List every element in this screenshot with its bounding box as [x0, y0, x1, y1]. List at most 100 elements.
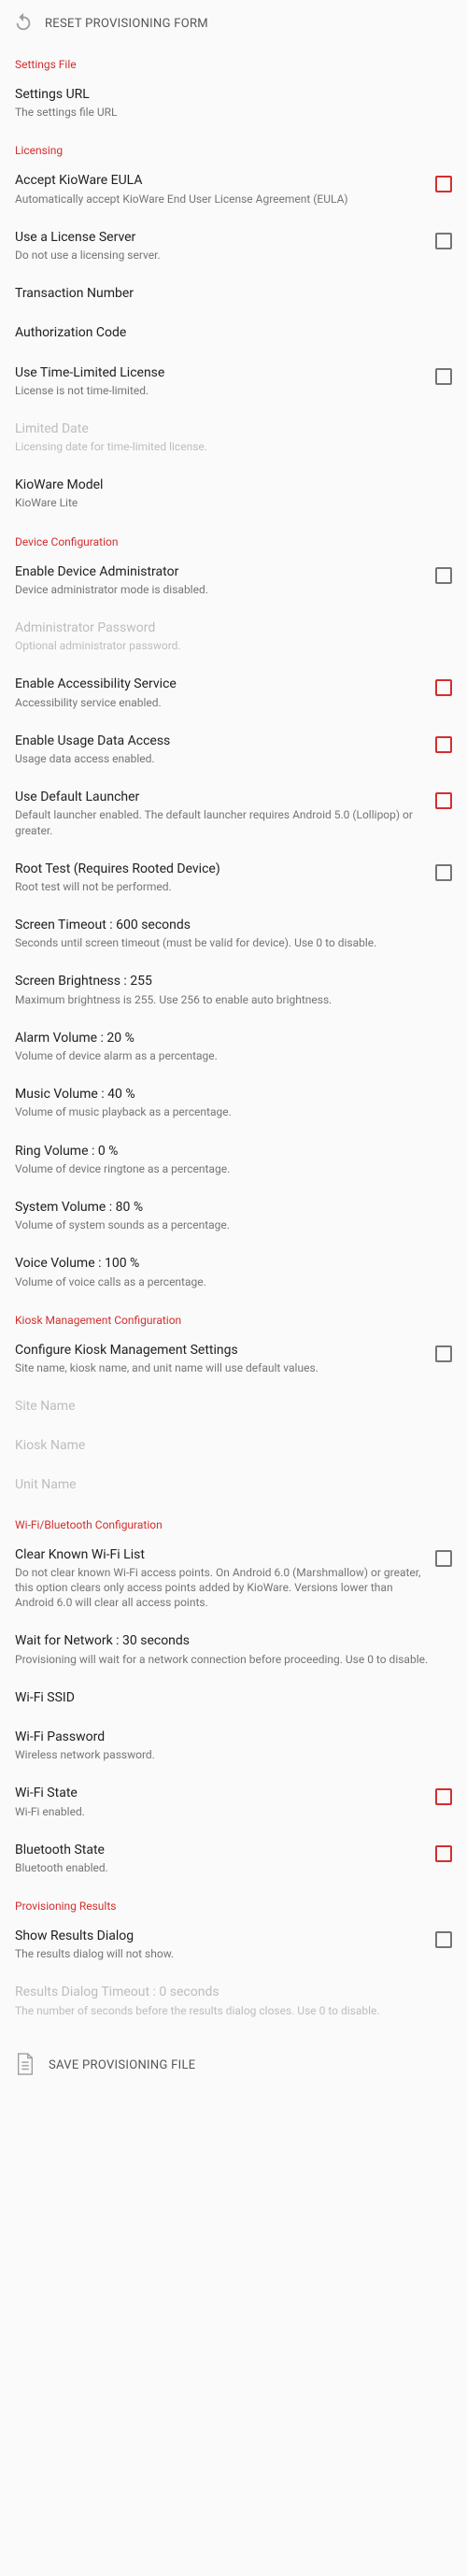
model-sub: KioWare Lite — [15, 495, 452, 510]
row-root[interactable]: Root Test (Requires Rooted Device) Root … — [0, 849, 467, 905]
row-wifi-password[interactable]: Wi-Fi Password Wireless network password… — [0, 1717, 467, 1773]
row-brightness[interactable]: Screen Brightness : 255 Maximum brightne… — [0, 961, 467, 1018]
row-launcher[interactable]: Use Default Launcher Default launcher en… — [0, 777, 467, 849]
voice-title: Voice Volume : 100 % — [15, 1255, 452, 1272]
root-checkbox[interactable] — [435, 864, 452, 881]
row-music[interactable]: Music Volume : 40 % Volume of music play… — [0, 1075, 467, 1131]
license-server-title: Use a License Server — [15, 229, 424, 246]
clear-wifi-sub: Do not clear known Wi-Fi access points. … — [15, 1565, 424, 1611]
admin-pw-sub: Optional administrator password. — [15, 638, 452, 653]
row-auth-code[interactable]: Authorization Code — [0, 313, 467, 352]
unit-name-title: Unit Name — [15, 1476, 452, 1493]
clear-wifi-title: Clear Known Wi-Fi List — [15, 1546, 424, 1563]
results-timeout-sub: The number of seconds before the results… — [15, 2003, 452, 2018]
eula-title: Accept KioWare EULA — [15, 172, 424, 189]
row-time-limited[interactable]: Use Time-Limited License License is not … — [0, 353, 467, 409]
row-device-admin[interactable]: Enable Device Administrator Device admin… — [0, 554, 467, 608]
brightness-title: Screen Brightness : 255 — [15, 973, 452, 989]
show-results-sub: The results dialog will not show. — [15, 1946, 424, 1961]
row-configure-kiosk[interactable]: Configure Kiosk Management Settings Site… — [0, 1332, 467, 1387]
kiosk-name-title: Kiosk Name — [15, 1437, 452, 1454]
device-admin-title: Enable Device Administrator — [15, 563, 424, 580]
row-unit-name: Unit Name — [0, 1465, 467, 1504]
music-sub: Volume of music playback as a percentage… — [15, 1104, 452, 1119]
configure-kiosk-title: Configure Kiosk Management Settings — [15, 1342, 424, 1359]
row-kiosk-name: Kiosk Name — [0, 1426, 467, 1465]
wifi-pw-title: Wi-Fi Password — [15, 1729, 452, 1745]
brightness-sub: Maximum brightness is 255. Use 256 to en… — [15, 992, 452, 1007]
show-results-title: Show Results Dialog — [15, 1928, 424, 1944]
row-results-timeout: Results Dialog Timeout : 0 seconds The n… — [0, 1972, 467, 2028]
row-wifi-state[interactable]: Wi-Fi State Wi-Fi enabled. — [0, 1773, 467, 1829]
time-limited-title: Use Time-Limited License — [15, 364, 424, 381]
row-screen-timeout[interactable]: Screen Timeout : 600 seconds Seconds unt… — [0, 905, 467, 961]
row-voice[interactable]: Voice Volume : 100 % Volume of voice cal… — [0, 1244, 467, 1300]
device-admin-sub: Device administrator mode is disabled. — [15, 582, 424, 597]
row-admin-password: Administrator Password Optional administ… — [0, 608, 467, 664]
row-clear-wifi[interactable]: Clear Known Wi-Fi List Do not clear know… — [0, 1537, 467, 1622]
limited-date-title: Limited Date — [15, 420, 452, 437]
music-title: Music Volume : 40 % — [15, 1086, 452, 1103]
launcher-sub: Default launcher enabled. The default la… — [15, 807, 424, 837]
row-limited-date: Limited Date Licensing date for time-lim… — [0, 409, 467, 465]
file-icon[interactable] — [15, 2052, 35, 2080]
wait-network-title: Wait for Network : 30 seconds — [15, 1632, 452, 1649]
ring-sub: Volume of device ringtone as a percentag… — [15, 1161, 452, 1176]
wifi-state-title: Wi-Fi State — [15, 1785, 424, 1801]
row-bluetooth-state[interactable]: Bluetooth State Bluetooth enabled. — [0, 1830, 467, 1886]
row-model[interactable]: KioWare Model KioWare Lite — [0, 465, 467, 521]
row-wait-network[interactable]: Wait for Network : 30 seconds Provisioni… — [0, 1621, 467, 1677]
row-eula[interactable]: Accept KioWare EULA Automatically accept… — [0, 163, 467, 217]
bt-state-checkbox[interactable] — [435, 1845, 452, 1862]
section-kiosk: Kiosk Management Configuration — [0, 1301, 467, 1332]
device-admin-checkbox[interactable] — [435, 567, 452, 584]
auth-code-title: Authorization Code — [15, 324, 452, 341]
row-alarm[interactable]: Alarm Volume : 20 % Volume of device ala… — [0, 1018, 467, 1075]
reset-icon[interactable] — [13, 11, 34, 36]
row-license-server[interactable]: Use a License Server Do not use a licens… — [0, 218, 467, 274]
time-limited-checkbox[interactable] — [435, 368, 452, 385]
bt-state-title: Bluetooth State — [15, 1842, 424, 1858]
row-wifi-ssid[interactable]: Wi-Fi SSID — [0, 1678, 467, 1717]
root-sub: Root test will not be performed. — [15, 879, 424, 894]
eula-checkbox[interactable] — [435, 176, 452, 192]
launcher-checkbox[interactable] — [435, 792, 452, 809]
row-system[interactable]: System Volume : 80 % Volume of system so… — [0, 1188, 467, 1244]
system-title: System Volume : 80 % — [15, 1199, 452, 1216]
row-ring[interactable]: Ring Volume : 0 % Volume of device ringt… — [0, 1131, 467, 1188]
row-usage[interactable]: Enable Usage Data Access Usage data acce… — [0, 721, 467, 777]
usage-checkbox[interactable] — [435, 736, 452, 753]
license-server-checkbox[interactable] — [435, 233, 452, 249]
row-show-results[interactable]: Show Results Dialog The results dialog w… — [0, 1918, 467, 1972]
section-results: Provisioning Results — [0, 1886, 467, 1918]
bt-state-sub: Bluetooth enabled. — [15, 1860, 424, 1875]
row-accessibility[interactable]: Enable Accessibility Service Accessibili… — [0, 664, 467, 720]
wifi-state-checkbox[interactable] — [435, 1788, 452, 1805]
usage-sub: Usage data access enabled. — [15, 751, 424, 766]
configure-kiosk-checkbox[interactable] — [435, 1345, 452, 1362]
wait-network-sub: Provisioning will wait for a network con… — [15, 1652, 452, 1667]
section-licensing: Licensing — [0, 131, 467, 163]
section-settings-file: Settings File — [0, 45, 467, 77]
screen-timeout-title: Screen Timeout : 600 seconds — [15, 917, 452, 933]
row-settings-url[interactable]: Settings URL The settings file URL — [0, 77, 467, 131]
time-limited-sub: License is not time-limited. — [15, 383, 424, 398]
topbar: RESET PROVISIONING FORM — [0, 0, 467, 45]
model-title: KioWare Model — [15, 477, 452, 493]
transaction-title: Transaction Number — [15, 285, 452, 302]
settings-url-sub: The settings file URL — [15, 105, 452, 120]
launcher-title: Use Default Launcher — [15, 789, 424, 805]
root-title: Root Test (Requires Rooted Device) — [15, 861, 424, 877]
configure-kiosk-sub: Site name, kiosk name, and unit name wil… — [15, 1360, 424, 1375]
footer-label: SAVE PROVISIONING FILE — [49, 2058, 195, 2072]
limited-date-sub: Licensing date for time-limited license. — [15, 439, 452, 454]
voice-sub: Volume of voice calls as a percentage. — [15, 1274, 452, 1289]
accessibility-checkbox[interactable] — [435, 679, 452, 696]
show-results-checkbox[interactable] — [435, 1931, 452, 1948]
topbar-title: RESET PROVISIONING FORM — [45, 17, 208, 31]
license-server-sub: Do not use a licensing server. — [15, 248, 424, 263]
usage-title: Enable Usage Data Access — [15, 733, 424, 749]
clear-wifi-checkbox[interactable] — [435, 1550, 452, 1567]
row-transaction[interactable]: Transaction Number — [0, 274, 467, 313]
eula-sub: Automatically accept KioWare End User Li… — [15, 192, 424, 206]
